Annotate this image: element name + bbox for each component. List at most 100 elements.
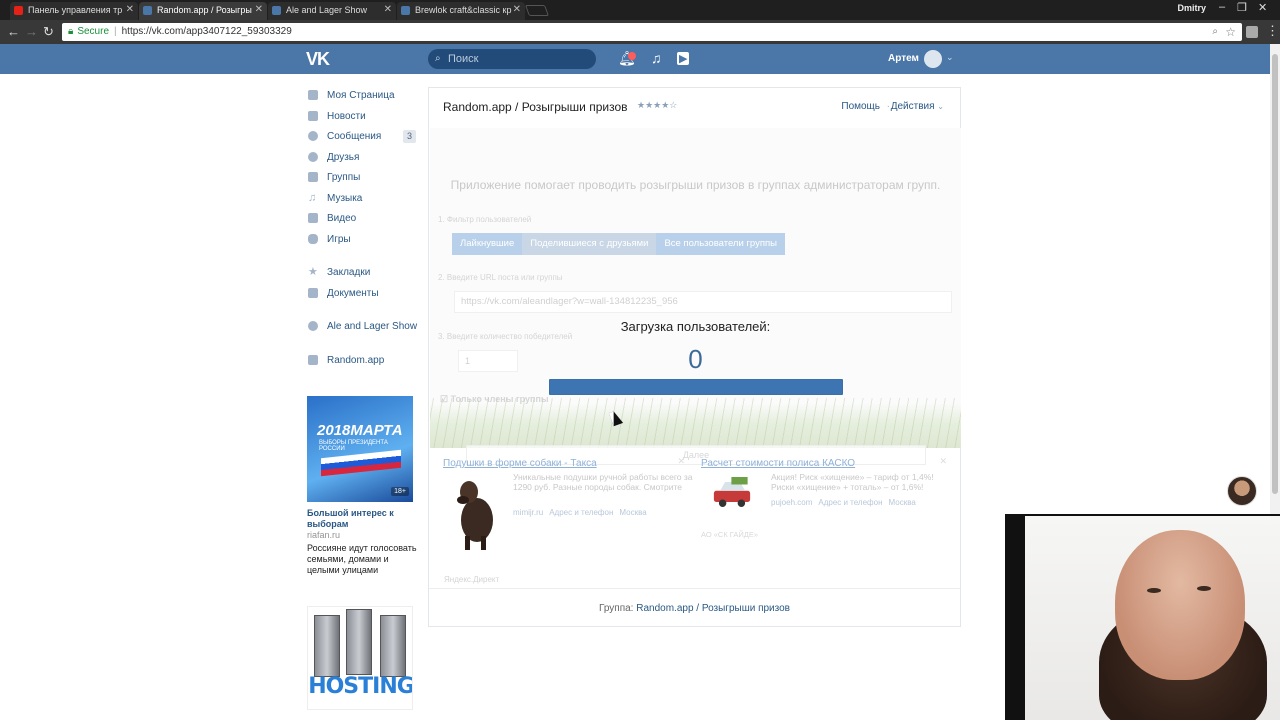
groups-icon [308, 172, 318, 182]
scrollbar-thumb[interactable] [1272, 54, 1278, 494]
avatar[interactable] [924, 50, 942, 68]
browser-profile-name[interactable]: Dmitry [1177, 3, 1206, 13]
app-content: Приложение помогает проводить розыгрыши … [430, 128, 961, 465]
filter-all-members-button[interactable]: Все пользователи группы [656, 233, 785, 255]
browser-tab-active[interactable]: Random.app / Розыгры ✕ [139, 2, 267, 20]
ad-city-link[interactable]: Москва [889, 498, 916, 507]
election-ad-banner[interactable]: 2018МАРТА ВЫБОРЫ ПРЕЗИДЕНТА РОССИИ 18+ [307, 396, 413, 502]
sidebar-item-label: Закладки [327, 267, 371, 278]
server-rack-icon [314, 615, 340, 677]
browser-tab[interactable]: Панель управления тр ✕ [10, 2, 138, 20]
minimize-icon[interactable]: – [1219, 1, 1225, 13]
server-rack-icon [346, 609, 372, 675]
menu-icon[interactable]: ⋮ [1266, 23, 1279, 39]
tab-title: Brewlok craft&classic кр [415, 5, 512, 15]
ad-domain[interactable]: riafan.ru [307, 530, 340, 540]
sidebar-item-games[interactable]: Игры [306, 231, 418, 252]
actions-label: Действия [890, 101, 935, 112]
browser-tab-bar: Панель управления тр ✕ Random.app / Розы… [0, 0, 1280, 20]
chat-avatar[interactable] [1227, 476, 1257, 506]
header-separator: · [886, 101, 890, 112]
maximize-icon[interactable]: ❐ [1237, 1, 1247, 14]
ad-description: Россияне идут голосовать семьями, домами… [307, 543, 417, 575]
close-tab-icon[interactable]: ✕ [384, 2, 392, 18]
close-tab-icon[interactable]: ✕ [126, 2, 134, 18]
close-tab-icon[interactable]: ✕ [513, 2, 521, 18]
new-tab-button[interactable] [524, 5, 550, 16]
sidebar-item-messages[interactable]: Сообщения 3 [306, 128, 418, 149]
ad-address-link[interactable]: Адрес и телефон [818, 498, 882, 507]
filter-liked-button[interactable]: Лайкнувшие [452, 233, 523, 255]
zoom-icon[interactable]: ⌕ [1212, 23, 1218, 41]
close-tab-icon[interactable]: ✕ [255, 2, 263, 18]
sidebar-item-video[interactable]: Видео [306, 210, 418, 231]
chevron-down-icon[interactable]: ⌄ [946, 52, 954, 63]
sidebar-item-label: Моя Страница [327, 90, 395, 101]
ad-title-link[interactable]: Большой интерес к выборам [307, 508, 417, 530]
yandex-direct-label[interactable]: Яндекс.Директ [444, 575, 499, 584]
app-panel: Random.app / Розыгрыши призов ★★★★☆ Помо… [428, 87, 961, 627]
left-sidebar: Моя Страница Новости Сообщения 3 Друзья Г… [306, 87, 418, 372]
sidebar-item-music[interactable]: ♫ Музыка [306, 190, 418, 211]
secure-label: Secure [77, 26, 110, 37]
search-input[interactable]: ⌕ Поиск [428, 49, 596, 69]
panel-footer: Группа: Random.app / Розыгрыши призов [429, 588, 960, 628]
sidebar-item-ale-and-lager-show[interactable]: Ale and Lager Show [306, 318, 418, 339]
community-icon [308, 321, 318, 331]
sidebar-item-label: Random.app [327, 354, 385, 366]
close-ad-icon[interactable]: ✕ [939, 456, 947, 467]
browser-tab[interactable]: Brewlok craft&classic кр ✕ [397, 2, 525, 20]
vk-favicon-icon [143, 6, 152, 15]
ad-domain-link[interactable]: pujoeh.com [771, 498, 812, 507]
reload-icon[interactable]: ↻ [43, 24, 54, 40]
browser-tab[interactable]: Ale and Lager Show ✕ [268, 2, 396, 20]
back-arrow-icon[interactable]: ← [7, 24, 20, 39]
actions-menu[interactable]: Действия ⌄ [891, 101, 944, 112]
russian-flag-icon [321, 449, 401, 477]
rating-stars-icon[interactable]: ★★★★☆ [637, 100, 677, 111]
sidebar-item-my-page[interactable]: Моя Страница [306, 87, 418, 108]
filter-shared-button[interactable]: Поделившиеся с друзьями [522, 233, 657, 255]
ad-card[interactable]: Подушки в форме собаки - Такса ✕ Уникаль… [443, 456, 693, 550]
sidebar-item-groups[interactable]: Группы [306, 169, 418, 190]
sidebar-item-news[interactable]: Новости [306, 108, 418, 129]
help-link[interactable]: Помощь [841, 101, 880, 112]
play-icon[interactable]: ▶ [677, 52, 690, 65]
sidebar-item-random-app[interactable]: Random.app [306, 352, 418, 373]
user-filter-group: Лайкнувшие Поделившиеся с друзьями Все п… [452, 233, 785, 255]
ad-city-link[interactable]: Москва [619, 508, 646, 517]
sidebar-item-documents[interactable]: Документы [306, 285, 418, 306]
music-note-icon[interactable]: ♫ [651, 50, 662, 66]
ad-domain-link[interactable]: mimijr.ru [513, 508, 543, 517]
webcam-eye [1197, 586, 1211, 591]
video-icon [308, 213, 318, 223]
forward-arrow-icon[interactable]: → [25, 24, 38, 39]
ad-text: Уникальные подушки ручной работы всего з… [513, 472, 693, 492]
extension-icon[interactable] [1246, 26, 1258, 38]
bookmark-star-icon[interactable]: ☆ [1225, 23, 1236, 41]
sidebar-item-label: Сообщения [327, 131, 382, 142]
hosting-ad-text: HOSTING [308, 674, 413, 699]
sidebar-item-friends[interactable]: Друзья [306, 149, 418, 170]
address-bar[interactable]: 🔒︎ Secure | https://vk.com/app3407122_59303… [62, 23, 1242, 41]
ad-title-link[interactable]: Подушки в форме собаки - Такса [443, 458, 693, 469]
close-ad-icon[interactable]: ✕ [677, 456, 685, 467]
ad-address-link[interactable]: Адрес и телефон [549, 508, 613, 517]
hosting-ad-banner[interactable]: HOSTING [307, 606, 413, 710]
gamepad-icon [308, 233, 318, 244]
close-window-icon[interactable]: ✕ [1258, 1, 1267, 14]
ad-card[interactable]: Расчет стоимости полиса КАСКО ✕ Акция! Р… [701, 456, 951, 539]
sidebar-item-label: Ale and Lager Show [327, 321, 418, 332]
sidebar-item-bookmarks[interactable]: ★ Закладки [306, 264, 418, 285]
lock-icon: 🔒︎ [68, 26, 74, 37]
group-link[interactable]: Random.app / Розыгрыши призов [636, 603, 790, 614]
vk-logo[interactable]: VK [306, 49, 330, 70]
ad-title-link[interactable]: Расчет стоимости полиса КАСКО [701, 458, 951, 469]
user-name[interactable]: Артем [888, 53, 919, 64]
sidebar-item-label: Музыка [327, 192, 363, 204]
progress-fill [550, 380, 842, 394]
app-description: Приложение помогает проводить розыгрыши … [450, 178, 941, 192]
document-icon [308, 287, 318, 298]
post-url-input[interactable]: https://vk.com/aleandlager?w=wall-134812… [454, 291, 952, 313]
